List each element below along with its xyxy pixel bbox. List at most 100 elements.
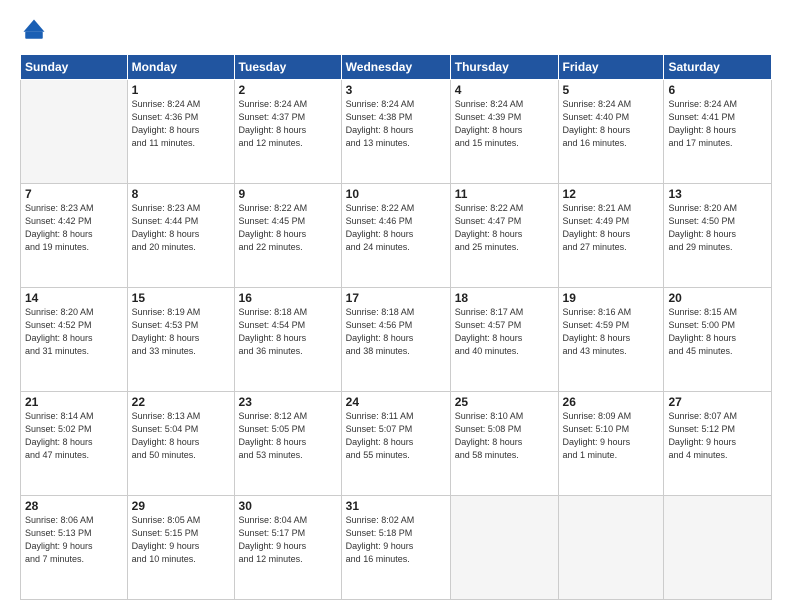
day-info: Sunrise: 8:05 AM Sunset: 5:15 PM Dayligh… <box>132 514 230 566</box>
day-info: Sunrise: 8:24 AM Sunset: 4:36 PM Dayligh… <box>132 98 230 150</box>
day-number: 6 <box>668 83 767 97</box>
day-number: 27 <box>668 395 767 409</box>
day-number: 22 <box>132 395 230 409</box>
day-info: Sunrise: 8:16 AM Sunset: 4:59 PM Dayligh… <box>563 306 660 358</box>
day-number: 14 <box>25 291 123 305</box>
logo-icon <box>20 16 48 44</box>
calendar-cell: 12Sunrise: 8:21 AM Sunset: 4:49 PM Dayli… <box>558 184 664 288</box>
day-info: Sunrise: 8:02 AM Sunset: 5:18 PM Dayligh… <box>346 514 446 566</box>
day-info: Sunrise: 8:11 AM Sunset: 5:07 PM Dayligh… <box>346 410 446 462</box>
calendar-header-sunday: Sunday <box>21 55 128 80</box>
day-number: 25 <box>455 395 554 409</box>
day-number: 26 <box>563 395 660 409</box>
day-info: Sunrise: 8:22 AM Sunset: 4:45 PM Dayligh… <box>239 202 337 254</box>
day-info: Sunrise: 8:18 AM Sunset: 4:56 PM Dayligh… <box>346 306 446 358</box>
calendar-header-friday: Friday <box>558 55 664 80</box>
day-number: 8 <box>132 187 230 201</box>
calendar-cell: 30Sunrise: 8:04 AM Sunset: 5:17 PM Dayli… <box>234 496 341 600</box>
calendar-cell: 3Sunrise: 8:24 AM Sunset: 4:38 PM Daylig… <box>341 80 450 184</box>
logo <box>20 16 52 44</box>
day-info: Sunrise: 8:21 AM Sunset: 4:49 PM Dayligh… <box>563 202 660 254</box>
calendar-cell: 19Sunrise: 8:16 AM Sunset: 4:59 PM Dayli… <box>558 288 664 392</box>
calendar-week-row: 1Sunrise: 8:24 AM Sunset: 4:36 PM Daylig… <box>21 80 772 184</box>
day-info: Sunrise: 8:17 AM Sunset: 4:57 PM Dayligh… <box>455 306 554 358</box>
calendar-cell: 13Sunrise: 8:20 AM Sunset: 4:50 PM Dayli… <box>664 184 772 288</box>
day-number: 20 <box>668 291 767 305</box>
day-info: Sunrise: 8:07 AM Sunset: 5:12 PM Dayligh… <box>668 410 767 462</box>
day-info: Sunrise: 8:24 AM Sunset: 4:37 PM Dayligh… <box>239 98 337 150</box>
day-info: Sunrise: 8:13 AM Sunset: 5:04 PM Dayligh… <box>132 410 230 462</box>
calendar-week-row: 7Sunrise: 8:23 AM Sunset: 4:42 PM Daylig… <box>21 184 772 288</box>
calendar-cell: 17Sunrise: 8:18 AM Sunset: 4:56 PM Dayli… <box>341 288 450 392</box>
day-number: 16 <box>239 291 337 305</box>
calendar-cell: 10Sunrise: 8:22 AM Sunset: 4:46 PM Dayli… <box>341 184 450 288</box>
calendar-cell: 8Sunrise: 8:23 AM Sunset: 4:44 PM Daylig… <box>127 184 234 288</box>
day-number: 28 <box>25 499 123 513</box>
calendar-cell: 9Sunrise: 8:22 AM Sunset: 4:45 PM Daylig… <box>234 184 341 288</box>
calendar-header-monday: Monday <box>127 55 234 80</box>
day-info: Sunrise: 8:20 AM Sunset: 4:50 PM Dayligh… <box>668 202 767 254</box>
calendar-cell: 29Sunrise: 8:05 AM Sunset: 5:15 PM Dayli… <box>127 496 234 600</box>
day-info: Sunrise: 8:23 AM Sunset: 4:42 PM Dayligh… <box>25 202 123 254</box>
calendar-header-thursday: Thursday <box>450 55 558 80</box>
day-number: 31 <box>346 499 446 513</box>
day-number: 23 <box>239 395 337 409</box>
day-number: 15 <box>132 291 230 305</box>
day-number: 3 <box>346 83 446 97</box>
day-info: Sunrise: 8:24 AM Sunset: 4:41 PM Dayligh… <box>668 98 767 150</box>
day-info: Sunrise: 8:23 AM Sunset: 4:44 PM Dayligh… <box>132 202 230 254</box>
header <box>20 16 772 44</box>
calendar-cell: 23Sunrise: 8:12 AM Sunset: 5:05 PM Dayli… <box>234 392 341 496</box>
calendar-week-row: 28Sunrise: 8:06 AM Sunset: 5:13 PM Dayli… <box>21 496 772 600</box>
day-number: 2 <box>239 83 337 97</box>
calendar-cell: 31Sunrise: 8:02 AM Sunset: 5:18 PM Dayli… <box>341 496 450 600</box>
day-info: Sunrise: 8:22 AM Sunset: 4:47 PM Dayligh… <box>455 202 554 254</box>
day-info: Sunrise: 8:20 AM Sunset: 4:52 PM Dayligh… <box>25 306 123 358</box>
calendar-week-row: 21Sunrise: 8:14 AM Sunset: 5:02 PM Dayli… <box>21 392 772 496</box>
day-number: 11 <box>455 187 554 201</box>
calendar-cell: 27Sunrise: 8:07 AM Sunset: 5:12 PM Dayli… <box>664 392 772 496</box>
calendar-header-wednesday: Wednesday <box>341 55 450 80</box>
day-number: 1 <box>132 83 230 97</box>
calendar-cell: 14Sunrise: 8:20 AM Sunset: 4:52 PM Dayli… <box>21 288 128 392</box>
calendar-week-row: 14Sunrise: 8:20 AM Sunset: 4:52 PM Dayli… <box>21 288 772 392</box>
day-number: 4 <box>455 83 554 97</box>
calendar-cell: 5Sunrise: 8:24 AM Sunset: 4:40 PM Daylig… <box>558 80 664 184</box>
calendar-cell: 4Sunrise: 8:24 AM Sunset: 4:39 PM Daylig… <box>450 80 558 184</box>
calendar-cell <box>664 496 772 600</box>
calendar-cell: 6Sunrise: 8:24 AM Sunset: 4:41 PM Daylig… <box>664 80 772 184</box>
day-number: 30 <box>239 499 337 513</box>
calendar-cell: 25Sunrise: 8:10 AM Sunset: 5:08 PM Dayli… <box>450 392 558 496</box>
day-number: 24 <box>346 395 446 409</box>
calendar-cell: 26Sunrise: 8:09 AM Sunset: 5:10 PM Dayli… <box>558 392 664 496</box>
day-info: Sunrise: 8:24 AM Sunset: 4:40 PM Dayligh… <box>563 98 660 150</box>
calendar-header-row: SundayMondayTuesdayWednesdayThursdayFrid… <box>21 55 772 80</box>
day-info: Sunrise: 8:09 AM Sunset: 5:10 PM Dayligh… <box>563 410 660 462</box>
day-number: 13 <box>668 187 767 201</box>
calendar-cell: 18Sunrise: 8:17 AM Sunset: 4:57 PM Dayli… <box>450 288 558 392</box>
day-info: Sunrise: 8:12 AM Sunset: 5:05 PM Dayligh… <box>239 410 337 462</box>
calendar-cell: 22Sunrise: 8:13 AM Sunset: 5:04 PM Dayli… <box>127 392 234 496</box>
calendar-cell: 2Sunrise: 8:24 AM Sunset: 4:37 PM Daylig… <box>234 80 341 184</box>
day-info: Sunrise: 8:06 AM Sunset: 5:13 PM Dayligh… <box>25 514 123 566</box>
day-info: Sunrise: 8:18 AM Sunset: 4:54 PM Dayligh… <box>239 306 337 358</box>
day-info: Sunrise: 8:14 AM Sunset: 5:02 PM Dayligh… <box>25 410 123 462</box>
calendar-header-saturday: Saturday <box>664 55 772 80</box>
calendar-cell: 28Sunrise: 8:06 AM Sunset: 5:13 PM Dayli… <box>21 496 128 600</box>
day-number: 10 <box>346 187 446 201</box>
day-number: 29 <box>132 499 230 513</box>
day-info: Sunrise: 8:10 AM Sunset: 5:08 PM Dayligh… <box>455 410 554 462</box>
calendar-cell <box>558 496 664 600</box>
day-info: Sunrise: 8:15 AM Sunset: 5:00 PM Dayligh… <box>668 306 767 358</box>
calendar-cell: 20Sunrise: 8:15 AM Sunset: 5:00 PM Dayli… <box>664 288 772 392</box>
calendar-cell: 16Sunrise: 8:18 AM Sunset: 4:54 PM Dayli… <box>234 288 341 392</box>
day-number: 21 <box>25 395 123 409</box>
day-info: Sunrise: 8:19 AM Sunset: 4:53 PM Dayligh… <box>132 306 230 358</box>
calendar-cell: 1Sunrise: 8:24 AM Sunset: 4:36 PM Daylig… <box>127 80 234 184</box>
day-number: 5 <box>563 83 660 97</box>
calendar-header-tuesday: Tuesday <box>234 55 341 80</box>
calendar-cell: 7Sunrise: 8:23 AM Sunset: 4:42 PM Daylig… <box>21 184 128 288</box>
day-number: 12 <box>563 187 660 201</box>
calendar-table: SundayMondayTuesdayWednesdayThursdayFrid… <box>20 54 772 600</box>
day-number: 18 <box>455 291 554 305</box>
